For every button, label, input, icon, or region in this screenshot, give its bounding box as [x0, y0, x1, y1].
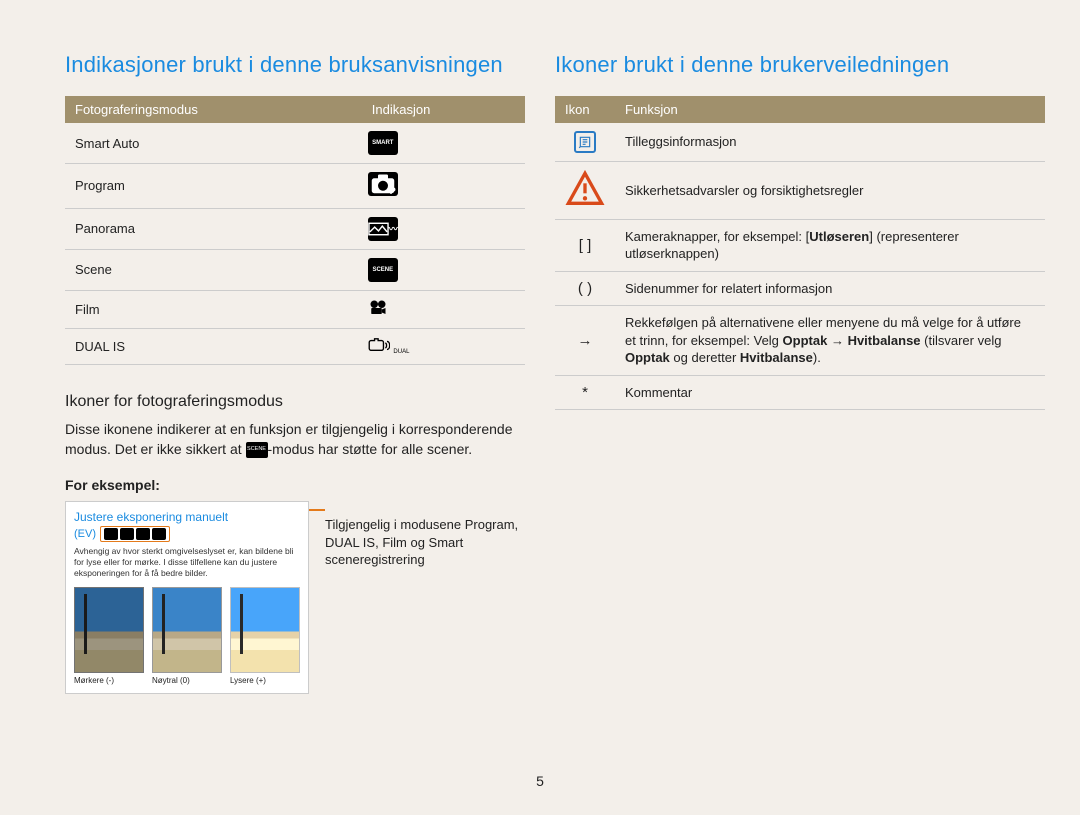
- asterisk-icon: *: [555, 375, 615, 410]
- mini-program-icon: [104, 528, 118, 540]
- table-row: Panorama: [65, 208, 525, 249]
- table-row: Smart Auto: [65, 123, 525, 164]
- ev-label: (EV): [74, 528, 96, 540]
- mini-dual-is-icon: [120, 528, 134, 540]
- scene-icon: [368, 258, 398, 282]
- th-function: Funksjon: [615, 96, 1045, 123]
- mode-cell: Panorama: [65, 208, 362, 249]
- arrow-icon: →: [555, 306, 615, 376]
- ev-mode-icons: [100, 526, 170, 542]
- th-icon: Ikon: [555, 96, 615, 123]
- desc-cell: Rekkefølgen på alternativene eller menye…: [615, 306, 1045, 376]
- mode-cell: Program: [65, 164, 362, 209]
- desc-cell: Tilleggsinformasjon: [615, 123, 1045, 162]
- table-row: DUAL IS DUAL: [65, 328, 525, 364]
- mini-smart-icon: [152, 528, 166, 540]
- table-row: ( ) Sidenummer for relatert informasjon: [555, 271, 1045, 306]
- desc-cell: Sidenummer for relatert informasjon: [615, 271, 1045, 306]
- thumb-image: [152, 587, 222, 673]
- thumb-image: [74, 587, 144, 673]
- scene-icon-inline: SCENE: [246, 442, 268, 458]
- table-row: Sikkerhetsadvarsler og forsiktighetsregl…: [555, 162, 1045, 220]
- table-row: Tilleggsinformasjon: [555, 123, 1045, 162]
- thumb-lighter: Lysere (+): [230, 587, 300, 685]
- shooting-mode-table: Fotograferingsmodus Indikasjon Smart Aut…: [65, 96, 525, 365]
- example-panel: Justere eksponering manuelt (EV) Avhengi…: [65, 501, 309, 694]
- warning-icon: [565, 194, 605, 211]
- callout-text: Tilgjengelig i modusene Program, DUAL IS…: [325, 501, 525, 694]
- program-icon: [368, 172, 398, 196]
- panorama-icon: [368, 217, 398, 241]
- heading-left: Indikasjoner brukt i denne bruksanvisnin…: [65, 52, 525, 78]
- page-number: 5: [0, 773, 1080, 789]
- brackets-icon: [ ]: [555, 219, 615, 271]
- subheading-modes: Ikoner for fotograferingsmodus: [65, 393, 525, 411]
- thumb-image: [230, 587, 300, 673]
- info-icon: [574, 131, 596, 153]
- mode-cell: DUAL IS: [65, 328, 362, 364]
- desc-cell: Kommentar: [615, 375, 1045, 410]
- mini-film-icon: [136, 528, 150, 540]
- intro-paragraph: Disse ikonene indikerer at en funksjon e…: [65, 419, 525, 460]
- dual-is-icon: DUAL: [368, 341, 410, 356]
- table-row: Program: [65, 164, 525, 209]
- table-row: * Kommentar: [555, 375, 1045, 410]
- icons-legend-table: Ikon Funksjon Tilleggsinformasjon Sikker…: [555, 96, 1045, 410]
- mode-cell: Film: [65, 290, 362, 328]
- thumb-neutral: Nøytral (0): [152, 587, 222, 685]
- heading-right: Ikoner brukt i denne brukerveiledningen: [555, 52, 1045, 78]
- th-mode: Fotograferingsmodus: [65, 96, 362, 123]
- desc-cell: Sikkerhetsadvarsler og forsiktighetsregl…: [615, 162, 1045, 220]
- th-indication: Indikasjon: [362, 96, 525, 123]
- for-example-label: For eksempel:: [65, 477, 525, 493]
- table-row: Film: [65, 290, 525, 328]
- desc-cell: Kameraknapper, for eksempel: [Utløseren]…: [615, 219, 1045, 271]
- thumb-darker: Mørkere (-): [74, 587, 144, 685]
- paren-icon: ( ): [555, 271, 615, 306]
- table-row: → Rekkefølgen på alternativene eller men…: [555, 306, 1045, 376]
- example-description: Avhengig av hvor sterkt omgivelseslyset …: [74, 546, 300, 579]
- smart-auto-icon: [368, 131, 398, 155]
- example-title: Justere eksponering manuelt: [74, 510, 300, 524]
- table-row: [ ] Kameraknapper, for eksempel: [Utløse…: [555, 219, 1045, 271]
- mode-cell: Smart Auto: [65, 123, 362, 164]
- table-row: Scene: [65, 249, 525, 290]
- mode-cell: Scene: [65, 249, 362, 290]
- film-icon: [368, 305, 388, 320]
